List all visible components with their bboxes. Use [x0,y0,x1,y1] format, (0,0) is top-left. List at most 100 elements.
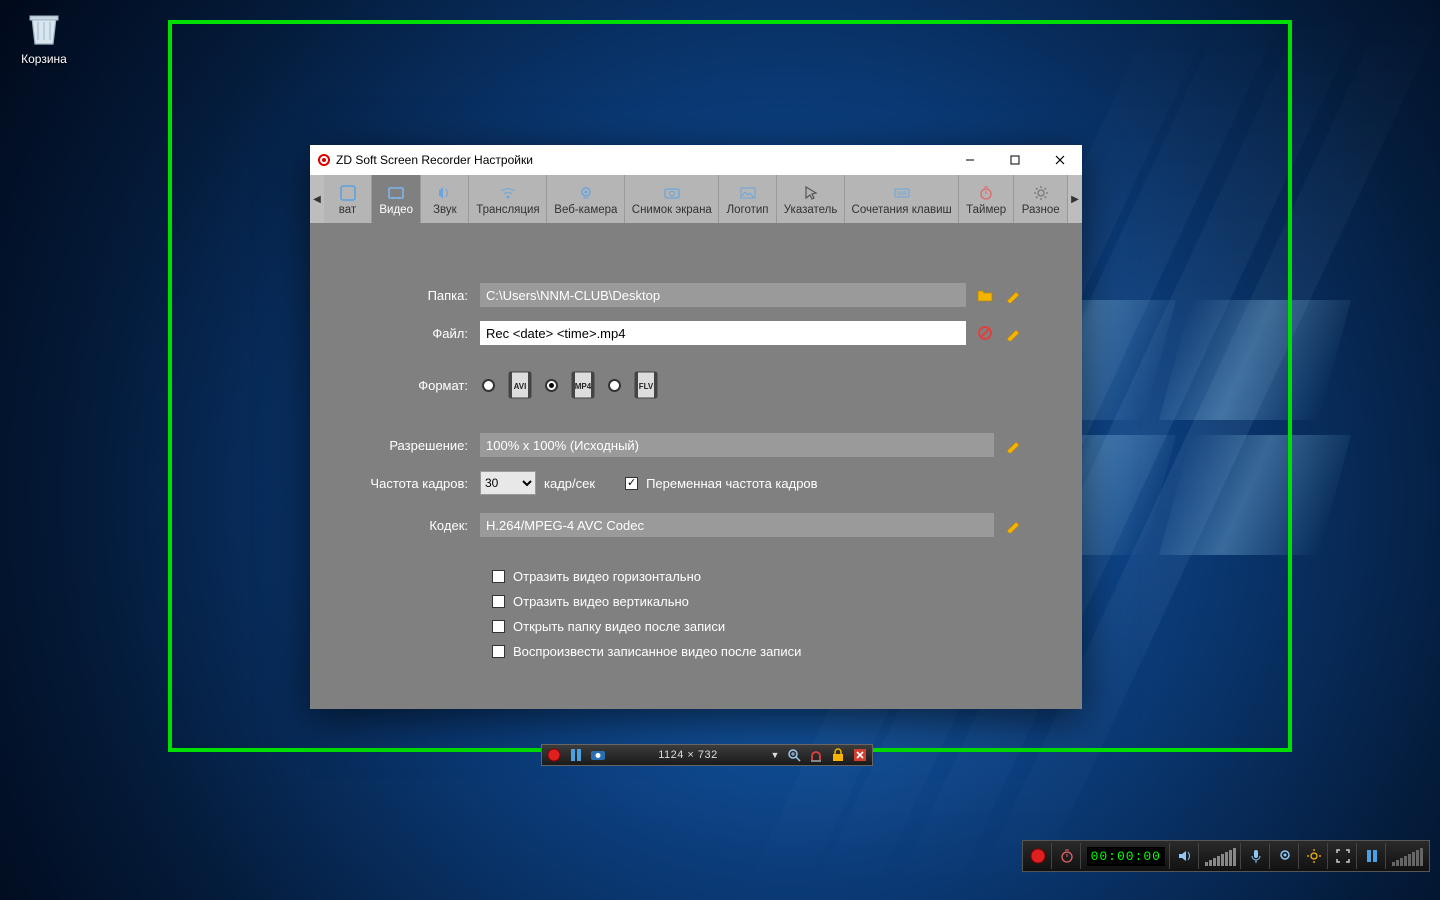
tray-webcam-icon[interactable] [1272,843,1299,869]
maximize-button[interactable] [992,145,1037,175]
variable-fps-checkbox[interactable] [625,477,638,490]
svg-text:FLV: FLV [639,382,654,391]
tray-timecode: 00:00:00 [1083,843,1170,869]
resolution-label: Разрешение: [340,438,480,453]
flip-h-checkbox[interactable] [492,570,505,583]
tray-mic-level[interactable] [1388,843,1427,869]
browse-folder-button[interactable] [976,286,994,304]
audio-icon [436,184,454,202]
pause-button[interactable] [566,746,586,764]
codec-input[interactable] [480,513,994,537]
open-folder-label: Открыть папку видео после записи [513,619,725,634]
resolution-input[interactable] [480,433,994,457]
play-after-label: Воспроизвести записанное видео после зап… [513,644,801,659]
folder-input[interactable] [480,283,966,307]
tab-audio[interactable]: Звук [421,175,469,223]
region-size-readout: 1124 × 732 [610,749,766,761]
tab-logo-label: Логотип [727,204,769,216]
play-after-checkbox[interactable] [492,645,505,658]
open-folder-checkbox[interactable] [492,620,505,633]
tab-pointer[interactable]: Указатель [777,175,846,223]
settings-window: ZD Soft Screen Recorder Настройки ◀ ват … [310,145,1082,709]
tab-shortcuts[interactable]: Сочетания клавиш [845,175,959,223]
recycle-bin-label: Корзина [8,52,80,66]
streaming-icon [499,184,517,202]
framerate-label: Частота кадров: [340,476,480,491]
tab-streaming[interactable]: Трансляция [469,175,547,223]
close-button[interactable] [1037,145,1082,175]
recycle-bin-desktop-icon[interactable]: Корзина [8,8,80,66]
tab-misc[interactable]: Разное [1014,175,1068,223]
tab-audio-label: Звук [433,204,457,216]
codec-label: Кодек: [340,518,480,533]
logo-icon [739,184,757,202]
close-region-button[interactable] [850,746,870,764]
tray-settings-icon[interactable] [1301,843,1328,869]
tray-fullscreen-icon[interactable] [1330,843,1357,869]
lock-button[interactable] [828,746,848,764]
flip-v-checkbox[interactable] [492,595,505,608]
flip-v-label: Отразить видео вертикально [513,594,689,609]
tab-video[interactable]: Видео [372,175,421,223]
folder-tools-button[interactable] [1004,286,1022,304]
tab-logo[interactable]: Логотип [719,175,776,223]
tab-webcam[interactable]: Веб-камера [547,175,625,223]
gear-icon [1032,184,1050,202]
tab-screenshot[interactable]: Снимок экрана [625,175,719,223]
codec-tools-button[interactable] [1004,516,1022,534]
format-label: Формат: [340,378,480,393]
tab-screenshot-label: Снимок экрана [632,204,712,216]
tray-record-button[interactable] [1025,843,1052,869]
keyboard-icon [893,184,911,202]
region-size-dropdown[interactable]: ▼ [768,750,782,760]
flv-icon: FLV [631,370,661,400]
format-flv-radio[interactable] [608,379,621,392]
folder-label: Папка: [340,288,480,303]
fit-screen-button[interactable] [784,746,804,764]
tab-timer-label: Таймер [966,204,1006,216]
window-title: ZD Soft Screen Recorder Настройки [336,153,533,167]
file-tools-button[interactable] [1004,324,1022,342]
tray-mic-icon[interactable] [1243,843,1270,869]
avi-icon: AVI [505,370,535,400]
tab-pointer-label: Указатель [784,204,838,216]
tab-misc-label: Разное [1022,204,1060,216]
titlebar[interactable]: ZD Soft Screen Recorder Настройки [310,145,1082,175]
svg-text:AVI: AVI [514,382,527,391]
screenshot-button[interactable] [588,746,608,764]
framerate-select[interactable]: 30 [480,471,536,495]
screenshot-icon [663,184,681,202]
capture-icon [339,184,357,202]
format-mp4-radio[interactable] [545,379,558,392]
tab-timer[interactable]: Таймер [959,175,1015,223]
resolution-tools-button[interactable] [1004,436,1022,454]
file-input[interactable] [480,321,966,345]
tab-capture-label: ват [339,204,356,216]
file-disable-button[interactable] [976,324,994,342]
file-label: Файл: [340,326,480,341]
tab-streaming-label: Трансляция [476,204,539,216]
tab-scroll-left[interactable]: ◀ [310,175,324,223]
recycle-bin-icon [24,8,64,48]
tab-capture[interactable]: ват [324,175,372,223]
tab-webcam-label: Веб-камера [554,204,617,216]
tray-speaker-level[interactable] [1201,843,1241,869]
region-control-bar[interactable]: 1124 × 732 ▼ [541,744,873,766]
format-avi-radio[interactable] [482,379,495,392]
tab-scroll-right[interactable]: ▶ [1068,175,1082,223]
svg-text:MP4: MP4 [575,382,592,391]
minimize-button[interactable] [947,145,992,175]
pointer-icon [802,184,820,202]
tray-widget[interactable]: 00:00:00 [1022,840,1430,872]
variable-fps-label: Переменная частота кадров [646,476,818,491]
record-button[interactable] [544,746,564,764]
webcam-icon [577,184,595,202]
record-icon [318,154,330,166]
mp4-icon: MP4 [568,370,598,400]
tray-timer-icon[interactable] [1054,843,1081,869]
tray-pause-button[interactable] [1359,843,1386,869]
tab-video-label: Видео [379,204,413,216]
snap-button[interactable] [806,746,826,764]
timer-icon [977,184,995,202]
tray-speaker-icon[interactable] [1172,843,1199,869]
